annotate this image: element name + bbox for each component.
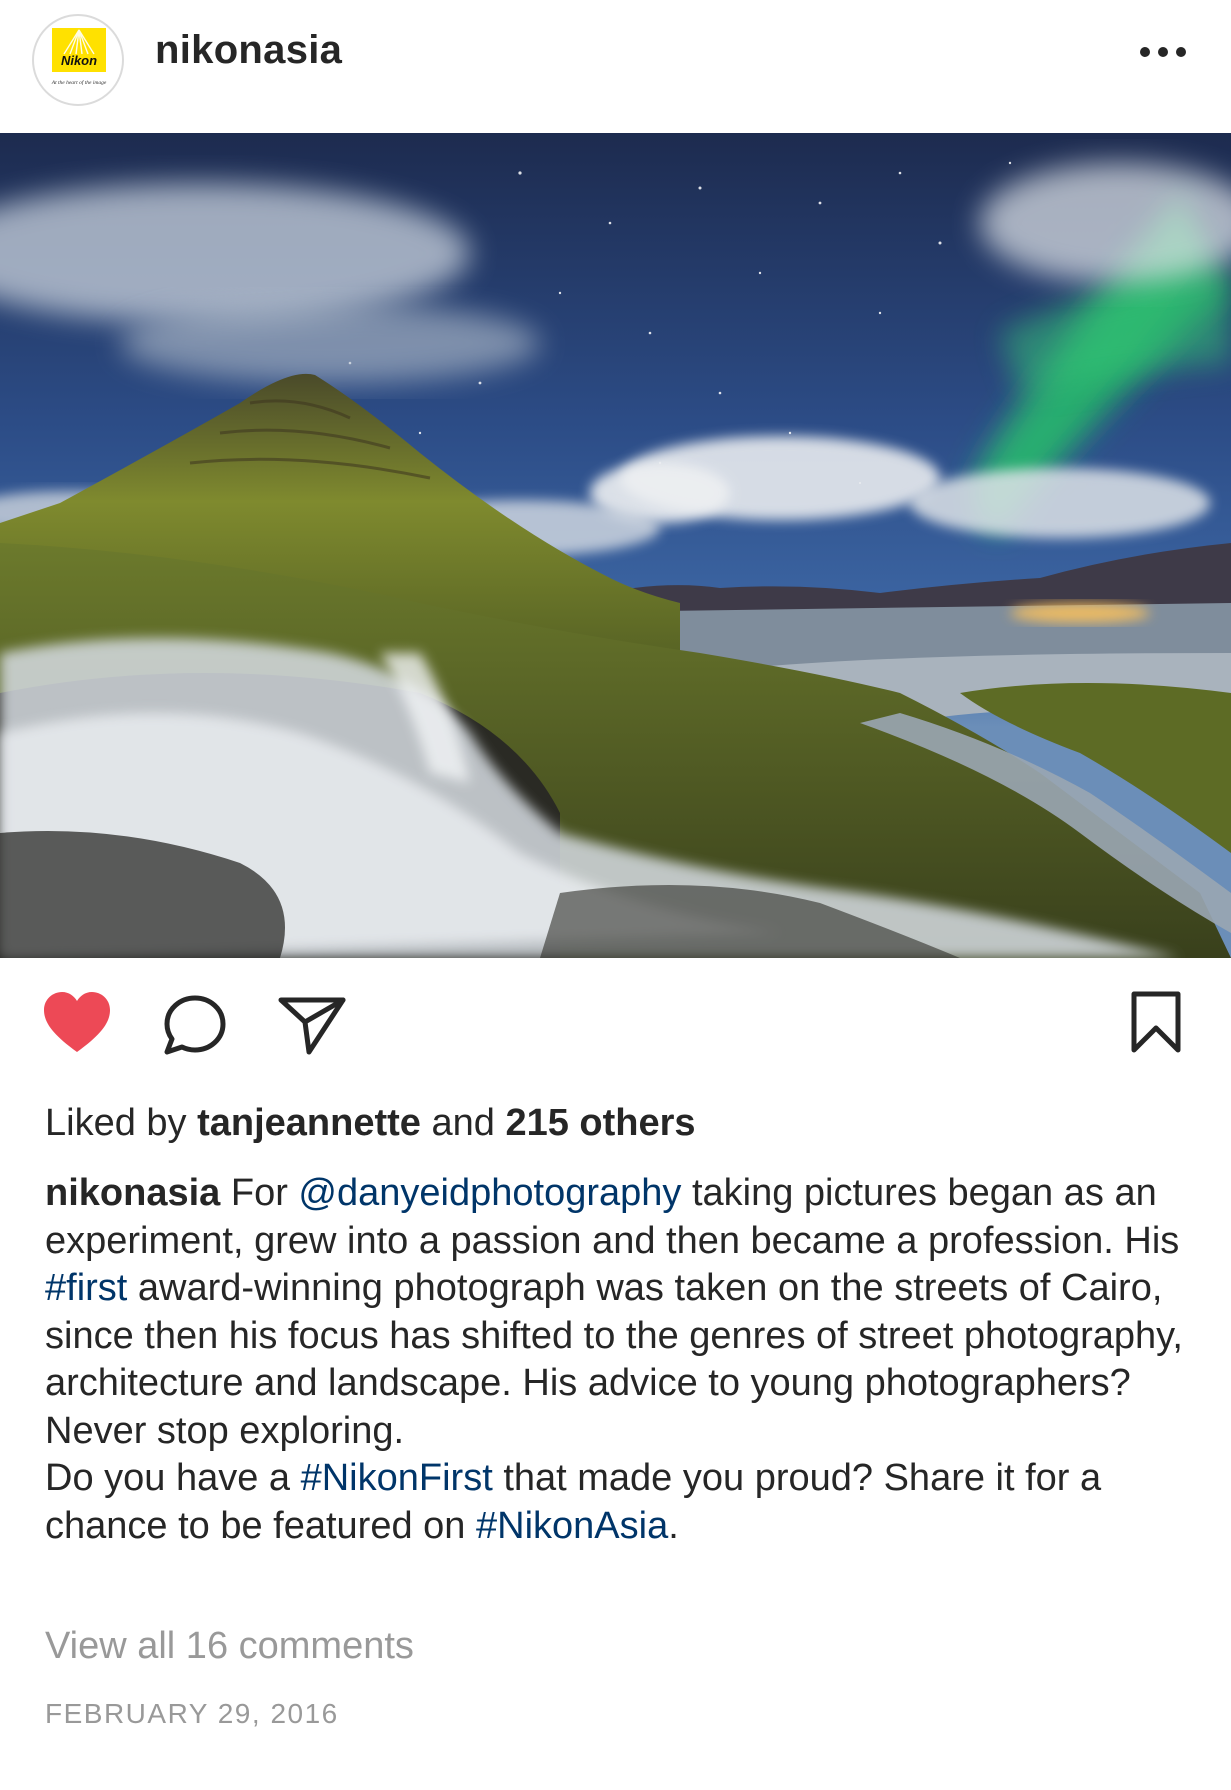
hashtag-link-nikonasia[interactable]: #NikonAsia xyxy=(476,1505,668,1547)
heart-filled-icon[interactable] xyxy=(42,990,112,1054)
caption-author[interactable]: nikonasia xyxy=(45,1172,220,1214)
nikon-logo-icon: Nikon At the heart of the image xyxy=(51,28,107,86)
post-actions xyxy=(0,990,1231,1080)
post-username[interactable]: nikonasia xyxy=(155,28,342,73)
liked-by-others[interactable]: 215 others xyxy=(505,1102,695,1144)
comment-bubble-icon[interactable] xyxy=(162,994,228,1056)
post-header: Nikon At the heart of the image nikonasi… xyxy=(0,0,1231,132)
caption-text: award-winning photograph was taken on th… xyxy=(45,1267,1194,1452)
hashtag-link-first[interactable]: #first xyxy=(45,1267,127,1309)
bookmark-icon[interactable] xyxy=(1130,990,1182,1054)
more-options-icon[interactable] xyxy=(1140,30,1200,70)
caption-paragraph-1: nikonasia For @danyeidphotography taking… xyxy=(45,1170,1195,1455)
post-date: FEBRUARY 29, 2016 xyxy=(45,1698,339,1729)
avatar[interactable]: Nikon At the heart of the image xyxy=(32,14,124,106)
hashtag-link-nikonfirst[interactable]: #NikonFirst xyxy=(301,1457,493,1499)
svg-text:Nikon: Nikon xyxy=(61,53,97,68)
landscape-image xyxy=(0,133,1231,958)
caption-text: . xyxy=(668,1504,679,1547)
liked-by-user[interactable]: tanjeannette xyxy=(197,1102,421,1144)
likes-summary[interactable]: Liked by tanjeannette and 215 others xyxy=(45,1102,696,1145)
caption-text: For xyxy=(220,1172,299,1214)
liked-by-prefix: Liked by xyxy=(45,1102,187,1144)
post-caption: nikonasia For @danyeidphotography taking… xyxy=(45,1170,1195,1550)
caption-mention-link[interactable]: @danyeidphotography xyxy=(298,1172,681,1214)
view-all-comments-link[interactable]: View all 16 comments xyxy=(45,1625,414,1668)
liked-by-and: and xyxy=(431,1102,495,1144)
caption-paragraph-2: Do you have a #NikonFirst that made you … xyxy=(45,1455,1195,1550)
svg-text:At the heart of the image: At the heart of the image xyxy=(51,79,107,86)
post-photo[interactable] xyxy=(0,133,1231,958)
caption-text: Do you have a xyxy=(45,1457,301,1499)
paper-plane-icon[interactable] xyxy=(277,994,347,1056)
